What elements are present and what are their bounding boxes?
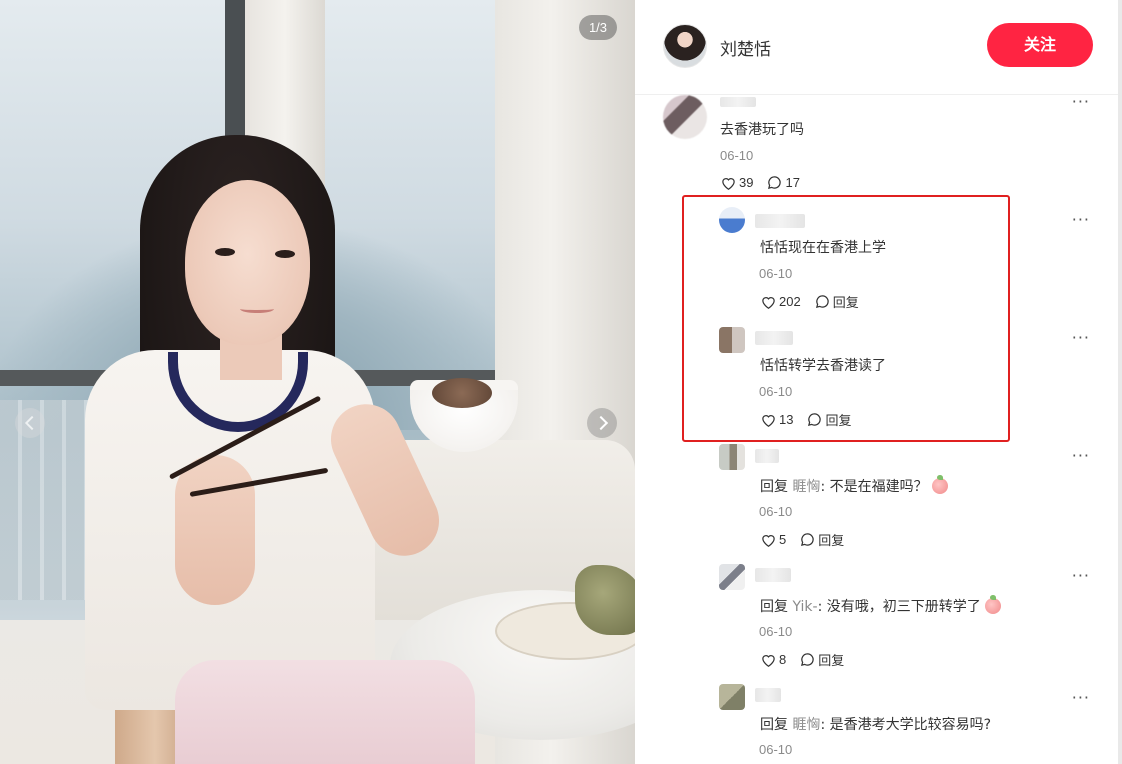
peach-emoji-icon	[931, 475, 948, 494]
reply-button[interactable]: 回复	[800, 530, 844, 549]
person-face	[185, 180, 310, 345]
comment-date: 06-10	[759, 742, 793, 757]
chat-bubble-icon	[801, 533, 814, 547]
mention-username[interactable]: Yik-	[792, 599, 817, 615]
mention-username[interactable]: 睚恟	[792, 717, 820, 733]
next-image-arrow-icon[interactable]	[587, 408, 617, 438]
heart-icon	[762, 534, 775, 547]
comment-text: 回复 睚恟: 是香港考大学比较容易吗?	[760, 714, 991, 734]
peach-emoji-icon	[984, 595, 1001, 614]
avatar[interactable]	[719, 444, 745, 470]
comment-date: 06-10	[720, 148, 754, 163]
more-dots-icon[interactable]: ···	[1072, 94, 1090, 110]
comment-username[interactable]	[755, 568, 791, 582]
comment-actions: 5 回复	[761, 530, 858, 549]
chat-bubble-icon	[801, 653, 814, 667]
heart-icon	[762, 296, 775, 309]
comment-item: ··· 恬恬转学去香港读了 06-10 13 回复	[635, 325, 1118, 437]
comment-date: 06-10	[759, 624, 793, 639]
like-count: 5	[779, 532, 787, 547]
more-dots-icon[interactable]: ···	[1072, 330, 1090, 346]
reply-button[interactable]: 17	[767, 175, 800, 190]
comment-username[interactable]	[755, 688, 781, 702]
person-mouth	[240, 305, 274, 313]
avatar[interactable]	[663, 95, 707, 139]
like-count: 13	[779, 412, 794, 427]
comment-actions: 8 回复	[761, 650, 858, 669]
more-dots-icon[interactable]: ···	[1072, 568, 1090, 584]
person-pants	[175, 660, 475, 764]
person-hand	[175, 455, 255, 605]
like-button[interactable]: 13	[761, 412, 793, 427]
comment-actions: 13 回复	[761, 410, 865, 429]
comment-text: 恬恬转学去香港读了	[760, 358, 886, 374]
author-header: 刘楚恬 关注	[635, 0, 1118, 95]
reply-label: 回复	[818, 533, 845, 548]
more-dots-icon[interactable]: ···	[1072, 690, 1090, 706]
comment-item: ··· 回复 睚恟: 不是在福建吗？ 06-10 5 回复	[635, 443, 1118, 555]
comment-actions: 39 17	[721, 175, 814, 190]
image-page-counter: 1/3	[579, 15, 617, 40]
reply-label: 回复	[818, 653, 845, 668]
comment-item: ··· 恬恬现在在香港上学 06-10 202 回复	[635, 207, 1118, 319]
follow-button[interactable]: 关注	[987, 23, 1093, 67]
author-avatar[interactable]	[663, 24, 707, 68]
food	[432, 378, 492, 408]
comment-panel: 刘楚恬 关注 ··· 去香港玩了吗 06-10 39 17 ··· 恬恬现在在香…	[635, 0, 1118, 764]
heart-icon	[762, 654, 775, 667]
comment-text: 恬恬现在在香港上学	[760, 240, 886, 256]
chat-bubble-icon	[768, 176, 782, 190]
heart-icon	[722, 177, 735, 190]
heart-icon	[762, 414, 775, 427]
comment-text: 回复 睚恟: 不是在福建吗？	[760, 475, 948, 496]
mention-username[interactable]: 睚恟	[792, 479, 820, 495]
reply-button[interactable]: 回复	[815, 292, 859, 311]
person-eye	[215, 248, 235, 256]
like-count: 202	[779, 294, 801, 309]
post-photo[interactable]: 1/3	[0, 0, 635, 764]
comment-body: : 没有哦，初三下册转学了	[817, 599, 981, 615]
like-count: 8	[779, 652, 787, 667]
like-button[interactable]: 5	[761, 532, 786, 547]
more-dots-icon[interactable]: ···	[1072, 212, 1090, 228]
panel-edge	[1118, 0, 1122, 764]
reply-prefix: 回复	[760, 479, 788, 495]
comment-date: 06-10	[759, 266, 793, 281]
chat-bubble-icon	[815, 295, 829, 309]
comment-item: ··· 回复 睚恟: 是香港考大学比较容易吗? 06-10	[635, 683, 1118, 764]
avatar[interactable]	[719, 684, 745, 710]
comment-username[interactable]	[755, 449, 779, 463]
avatar[interactable]	[719, 207, 745, 233]
reply-prefix: 回复	[760, 717, 788, 733]
reply-count: 17	[785, 175, 800, 190]
reply-label: 回复	[832, 295, 859, 310]
like-count: 39	[739, 175, 754, 190]
reply-button[interactable]: 回复	[807, 410, 851, 429]
prev-image-arrow-icon[interactable]	[15, 408, 45, 438]
like-button[interactable]: 8	[761, 652, 786, 667]
comment-text: 去香港玩了吗	[720, 122, 804, 138]
comment-item: ··· 去香港玩了吗 06-10 39 17	[635, 94, 1118, 200]
author-name[interactable]: 刘楚恬	[720, 35, 771, 60]
comment-username[interactable]	[755, 331, 793, 345]
like-button[interactable]: 39	[721, 175, 753, 190]
comment-text: 回复 Yik-: 没有哦，初三下册转学了	[760, 595, 1001, 616]
chat-bubble-icon	[808, 413, 822, 427]
comment-item: ··· 回复 Yik-: 没有哦，初三下册转学了 06-10 8 回复	[635, 563, 1118, 675]
person-eye	[275, 250, 295, 258]
comment-body: : 不是在福建吗？	[820, 479, 928, 495]
reply-prefix: 回复	[760, 599, 788, 615]
more-dots-icon[interactable]: ···	[1072, 448, 1090, 464]
reply-button[interactable]: 回复	[800, 650, 844, 669]
avatar[interactable]	[719, 327, 745, 353]
comment-username[interactable]	[720, 97, 756, 107]
comment-actions: 202 回复	[761, 292, 873, 311]
comment-username[interactable]	[755, 214, 805, 228]
reply-label: 回复	[825, 413, 852, 428]
avatar[interactable]	[719, 564, 745, 590]
comment-date: 06-10	[759, 504, 793, 519]
comment-body: : 是香港考大学比较容易吗?	[820, 717, 992, 733]
like-button[interactable]: 202	[761, 294, 801, 309]
comment-date: 06-10	[759, 384, 793, 399]
